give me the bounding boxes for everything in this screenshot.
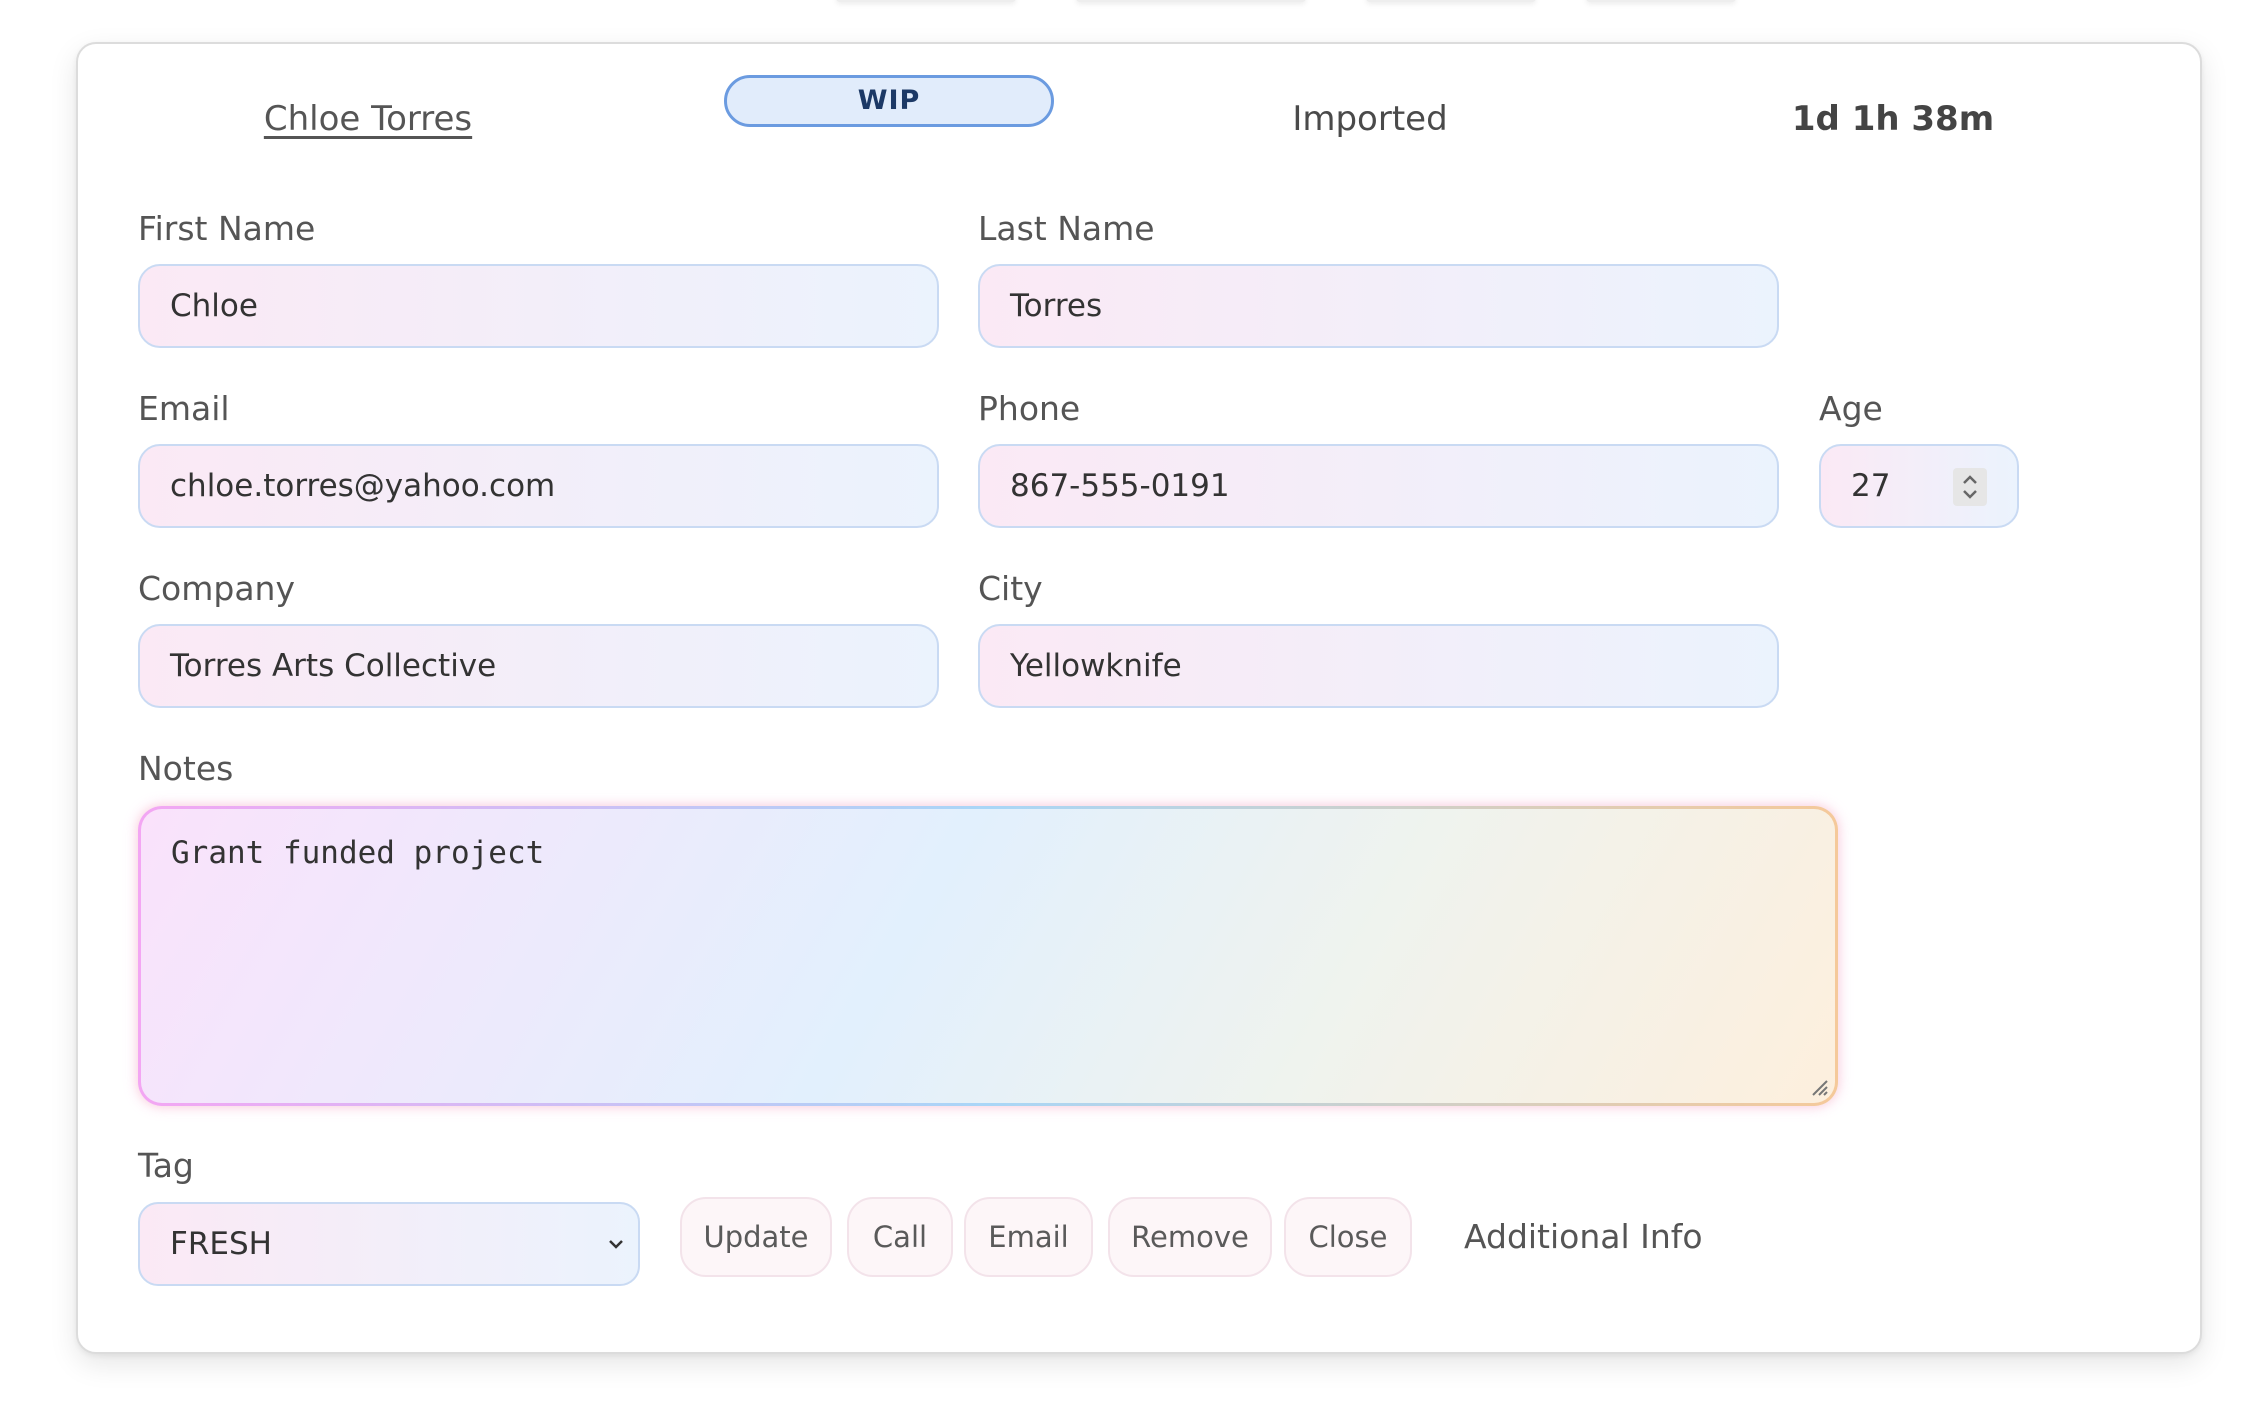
company-field[interactable]: Torres Arts Collective	[138, 624, 939, 708]
age-value: 27	[1851, 468, 1891, 504]
notes-textarea[interactable]: Grant funded project	[138, 806, 1838, 1106]
age-label: Age	[1819, 389, 1883, 428]
first-name-field[interactable]: Chloe	[138, 264, 939, 348]
tag-label: Tag	[138, 1146, 194, 1185]
contact-name-link[interactable]: Chloe Torres	[264, 97, 472, 141]
age-stepper[interactable]: 27	[1819, 444, 2019, 528]
last-name-field[interactable]: Torres	[978, 264, 1779, 348]
notes-text: Grant funded project	[171, 835, 545, 871]
company-label: Company	[138, 569, 295, 608]
elapsed-time: 1d 1h 38m	[1791, 99, 1995, 139]
phone-label: Phone	[978, 389, 1081, 428]
resize-handle-icon[interactable]	[1809, 1077, 1829, 1097]
call-button[interactable]: Call	[847, 1197, 953, 1277]
city-label: City	[978, 569, 1043, 608]
email-field[interactable]: chloe.torres@yahoo.com	[138, 444, 939, 528]
city-field[interactable]: Yellowknife	[978, 624, 1779, 708]
background-tab-edge	[1366, 0, 1536, 2]
status-badge[interactable]: WIP	[724, 75, 1054, 127]
tag-selected-value: FRESH	[170, 1226, 272, 1262]
remove-button[interactable]: Remove	[1108, 1197, 1272, 1277]
background-tab-edge	[1586, 0, 1736, 2]
update-button[interactable]: Update	[680, 1197, 832, 1277]
close-button[interactable]: Close	[1284, 1197, 1412, 1277]
chevron-down-icon	[606, 1234, 626, 1254]
email-label: Email	[138, 389, 230, 428]
source-label: Imported	[1292, 99, 1448, 139]
tag-select[interactable]: FRESH	[138, 1202, 640, 1286]
background-tab-edge	[836, 0, 1016, 2]
phone-field[interactable]: 867-555-0191	[978, 444, 1779, 528]
first-name-label: First Name	[138, 209, 316, 248]
email-button[interactable]: Email	[964, 1197, 1093, 1277]
stepper-arrows-icon[interactable]	[1953, 468, 1987, 506]
last-name-label: Last Name	[978, 209, 1155, 248]
background-tab-edge	[1076, 0, 1306, 2]
additional-info-link[interactable]: Additional Info	[1464, 1217, 1703, 1257]
contact-card: Chloe Torres WIP Imported 1d 1h 38m Firs…	[76, 42, 2202, 1354]
notes-label: Notes	[138, 749, 234, 788]
